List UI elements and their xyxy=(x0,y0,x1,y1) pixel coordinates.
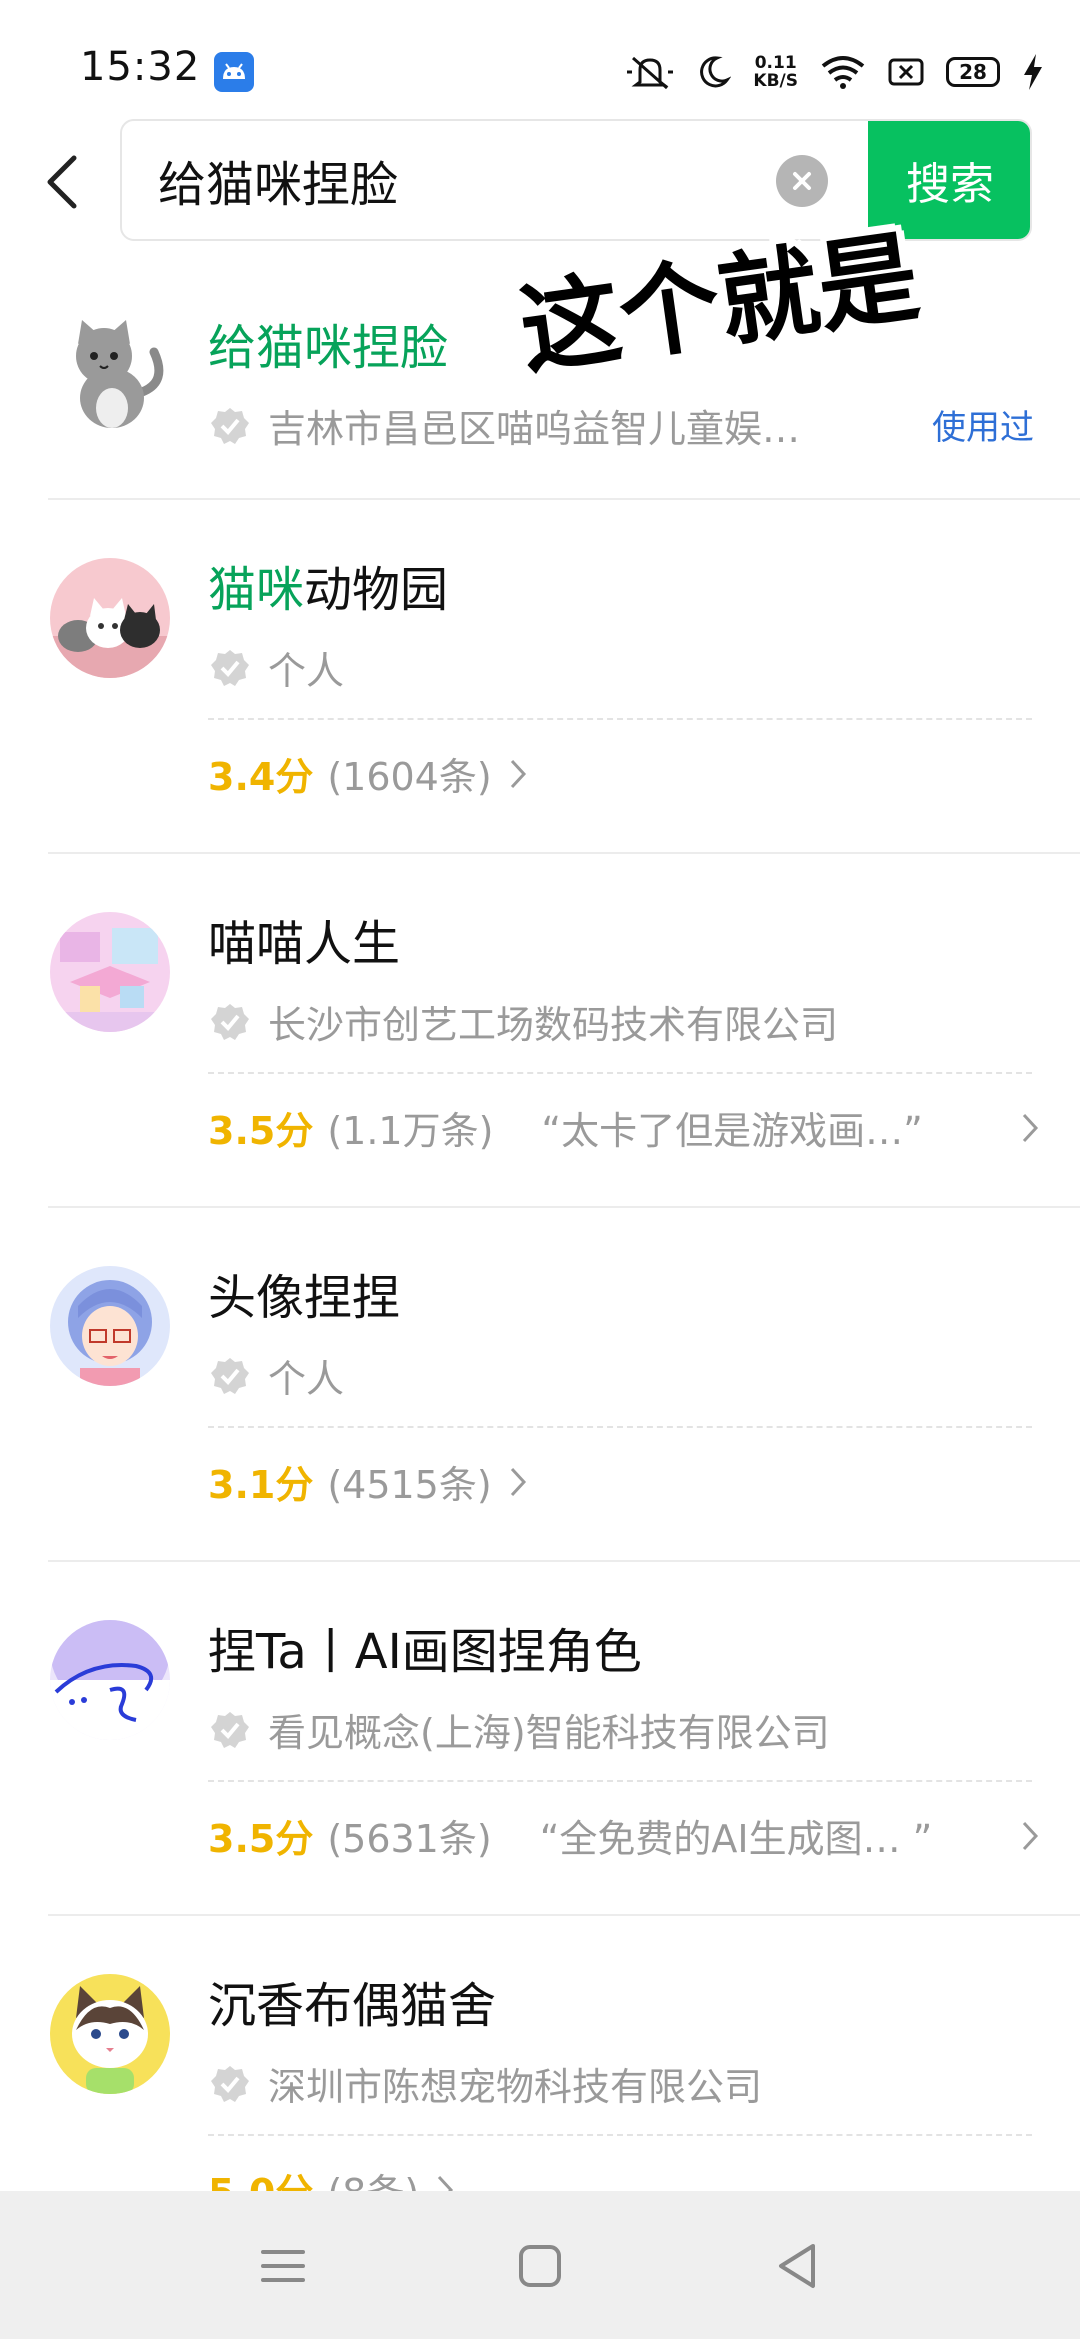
rating-row[interactable]: 3.1分 (4515条) xyxy=(208,1454,1040,1509)
chevron-right-icon xyxy=(510,1467,526,1496)
review-quote: “全免费的AI生成图… ” xyxy=(539,1817,933,1861)
review-count: (5631条) xyxy=(327,1817,492,1861)
rating-row[interactable]: 3.5分 (5631条) “全免费的AI生成图… ” xyxy=(208,1808,1040,1863)
result-item-2[interactable]: 喵喵人生 长沙市创艺工场数码技术有限公司 3.5分 (1.1万条) “太卡了但是… xyxy=(0,854,1080,1208)
nfc-icon xyxy=(888,58,924,86)
result-owner: 深圳市陈想宠物科技有限公司 xyxy=(210,2056,762,2111)
title-highlight: 给猫咪捏脸 xyxy=(208,320,449,376)
speed-unit: KB/S xyxy=(753,71,798,91)
result-title: 给猫咪捏脸 xyxy=(208,308,448,378)
verified-icon xyxy=(211,1003,249,1040)
dashed-divider xyxy=(208,718,1032,720)
clear-button[interactable] xyxy=(776,155,828,207)
verified-icon xyxy=(211,649,249,686)
menu-icon xyxy=(261,2250,305,2282)
ragdoll-avatar-icon xyxy=(50,1974,170,2094)
used-tag: 使用过 xyxy=(932,408,1034,448)
rating-score: 3.5分 xyxy=(208,1817,314,1861)
doodle-avatar-icon xyxy=(50,1620,170,1740)
review-count: (1.1万条) xyxy=(327,1109,494,1153)
moon-icon xyxy=(700,56,732,88)
result-title: 头像捏捏 xyxy=(208,1258,400,1328)
result-owner: 个人 xyxy=(210,1348,344,1403)
owner-name: 长沙市创艺工场数码技术有限公司 xyxy=(268,1003,839,1047)
charging-icon xyxy=(1024,54,1042,90)
rating-score: 3.4分 xyxy=(208,755,314,799)
back-arrow-icon xyxy=(47,155,77,209)
dashed-divider xyxy=(208,1780,1032,1782)
rating-score: 3.5分 xyxy=(208,1109,314,1153)
result-title: 沉香布偶猫舍 xyxy=(208,1966,496,2036)
title-text: 喵喵人生 xyxy=(208,916,401,972)
android-icon xyxy=(214,52,254,92)
back-nav-button[interactable] xyxy=(762,2231,832,2301)
rating-row[interactable]: 3.5分 (1.1万条) “太卡了但是游戏画…” xyxy=(208,1100,1040,1155)
wifi-icon xyxy=(821,56,865,89)
verified-icon xyxy=(211,407,249,444)
status-time: 15:32 xyxy=(80,44,201,90)
result-title: 猫咪动物园 xyxy=(208,550,448,620)
result-item-4[interactable]: 捏Ta丨AI画图捏角色 看见概念(上海)智能科技有限公司 3.5分 (5631条… xyxy=(0,1562,1080,1916)
result-owner: 长沙市创艺工场数码技术有限公司 xyxy=(210,994,838,1049)
result-title: 捏Ta丨AI画图捏角色 xyxy=(208,1612,642,1682)
title-text: 头像捏捏 xyxy=(208,1270,401,1326)
room-avatar-icon xyxy=(50,912,170,1032)
menu-button[interactable] xyxy=(248,2231,318,2301)
verified-icon xyxy=(211,1357,249,1394)
result-owner: 吉林市昌邑区喵呜益智儿童娱… xyxy=(210,398,800,453)
girl-avatar-icon xyxy=(50,1266,170,1386)
rating-row[interactable]: 3.4分 (1604条) xyxy=(208,746,1040,801)
review-count: (4515条) xyxy=(327,1463,492,1507)
navigation-bar xyxy=(0,2191,1080,2339)
battery-icon: 28 xyxy=(946,57,1000,87)
dashed-divider xyxy=(208,1426,1032,1428)
owner-name: 深圳市陈想宠物科技有限公司 xyxy=(268,2065,763,2109)
speed-value: 0.11 xyxy=(754,53,797,73)
network-speed: 0.11 KB/S xyxy=(753,54,798,90)
result-item-3[interactable]: 头像捏捏 个人 3.1分 (4515条) xyxy=(0,1208,1080,1562)
home-button[interactable] xyxy=(505,2231,575,2301)
dashed-divider xyxy=(208,1072,1032,1074)
status-icons: 0.11 KB/S 28 xyxy=(625,48,1044,96)
cats-avatar-icon xyxy=(50,558,170,678)
result-owner: 看见概念(上海)智能科技有限公司 xyxy=(210,1702,830,1757)
chevron-right-icon xyxy=(510,759,526,788)
owner-name: 看见概念(上海)智能科技有限公司 xyxy=(268,1711,830,1755)
owner-name: 个人 xyxy=(268,649,345,693)
chevron-right-icon xyxy=(1022,1113,1039,1142)
rating-score: 3.1分 xyxy=(208,1463,314,1507)
mute-icon xyxy=(627,56,674,90)
owner-name: 个人 xyxy=(268,1357,345,1401)
result-owner: 个人 xyxy=(210,640,344,695)
owner-name: 吉林市昌邑区喵呜益智儿童娱… xyxy=(268,407,801,451)
back-button[interactable] xyxy=(36,150,86,214)
review-quote: “太卡了但是游戏画…” xyxy=(541,1109,923,1153)
home-icon xyxy=(519,2245,561,2287)
status-bar: 15:32 0.11 KB/S 28 xyxy=(0,0,1080,112)
cat-avatar-icon xyxy=(50,312,170,432)
result-title: 喵喵人生 xyxy=(208,904,400,974)
back-triangle-icon xyxy=(779,2244,815,2288)
result-item-1[interactable]: 猫咪动物园 个人 3.4分 (1604条) xyxy=(0,500,1080,854)
dashed-divider xyxy=(208,2134,1032,2136)
clear-icon xyxy=(793,172,811,190)
title-highlight: 猫咪 xyxy=(208,562,305,618)
verified-icon xyxy=(211,1711,249,1748)
title-text: 动物园 xyxy=(304,562,449,618)
title-text: 沉香布偶猫舍 xyxy=(208,1978,497,2034)
chevron-right-icon xyxy=(1022,1821,1039,1850)
verified-icon xyxy=(211,2065,249,2102)
review-count: (1604条) xyxy=(327,755,492,799)
title-text: 捏Ta丨AI画图捏角色 xyxy=(208,1624,642,1680)
